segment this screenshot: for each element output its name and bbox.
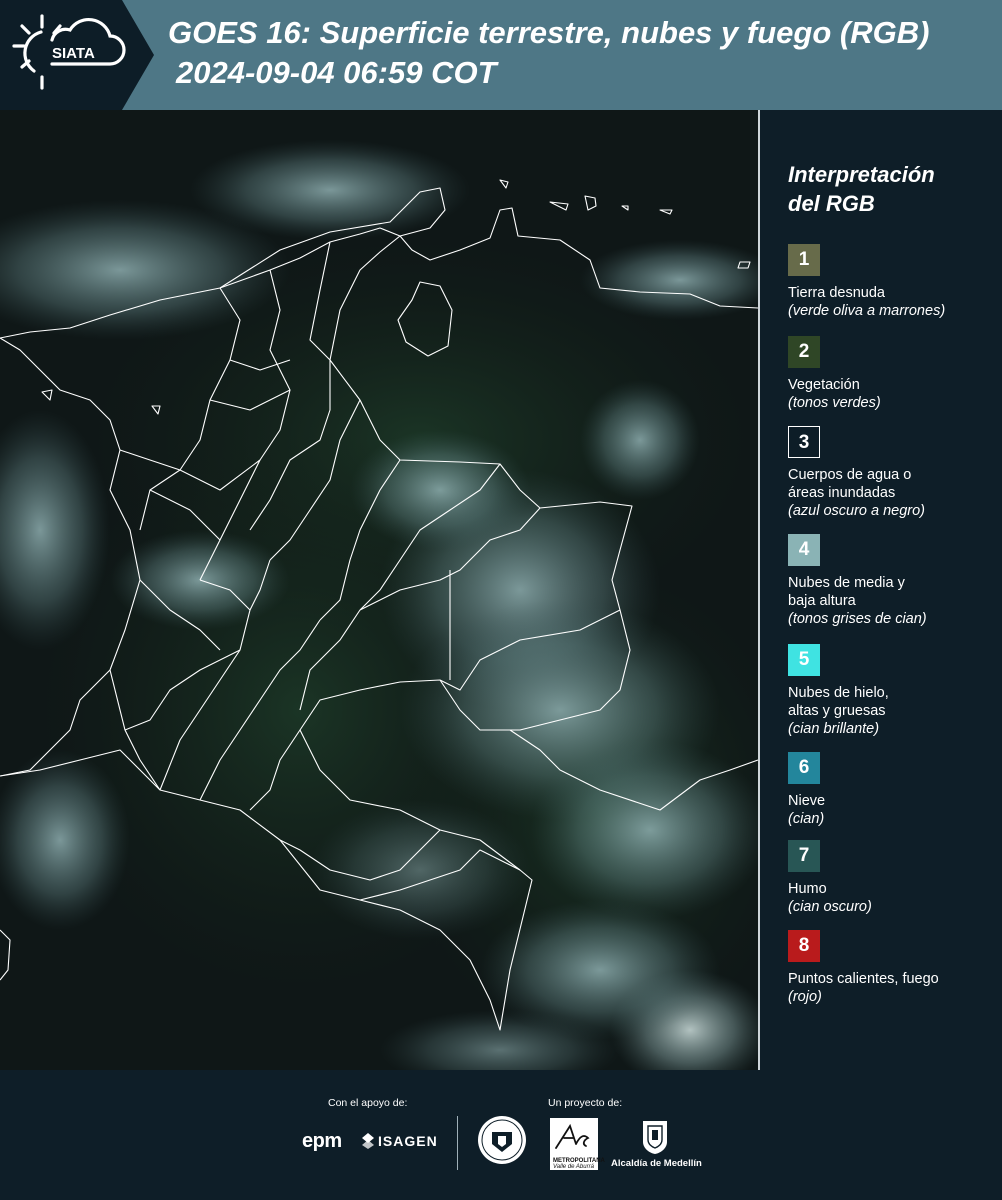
legend-item-note: (azul oscuro a negro)	[788, 503, 926, 519]
legend-item-label: Nubes de hielo, altas y gruesas	[788, 684, 998, 720]
legend-item-label: Puntos calientes, fuego	[788, 971, 939, 987]
legend-item-water: 3 Cuerpos de agua o áreas inundadas (azu…	[788, 426, 998, 521]
legend-item-label-line: áreas inundadas	[788, 485, 896, 501]
legend-item-label-line: baja altura	[788, 593, 856, 609]
legend-item-note: (cian brillante)	[788, 721, 880, 737]
legend-item-label: Humo	[788, 881, 827, 897]
legend-swatch: 6	[788, 752, 820, 784]
area-metropolitana-subtitle: Valle de Aburrá	[553, 1164, 594, 1170]
legend-swatch: 2	[788, 336, 820, 368]
isagen-mark-icon	[362, 1133, 374, 1149]
legend-title-line2: del RGB	[788, 191, 875, 216]
legend-swatch: 5	[788, 644, 820, 676]
legend-item-note: (cian)	[788, 811, 825, 827]
page-title: GOES 16: Superficie terrestre, nubes y f…	[168, 15, 930, 50]
legend-item-hot-spots: 8 Puntos calientes, fuego (rojo)	[788, 930, 998, 1007]
legend-item-label-line: Cuerpos de agua o	[788, 467, 912, 483]
footer: Con el apoyo de: Un proyecto de: epm ISA…	[0, 1070, 1002, 1200]
isagen-logo: ISAGEN	[378, 1133, 438, 1149]
legend-title-line1: Interpretación	[788, 162, 935, 187]
siata-logo-text: SIATA	[52, 45, 95, 62]
legend-item-label-line: altas y gruesas	[788, 703, 886, 719]
legend-item-ice-clouds: 5 Nubes de hielo, altas y gruesas (cian …	[788, 644, 998, 739]
legend-item-label: Vegetación	[788, 377, 860, 393]
legend-item-note: (tonos verdes)	[788, 395, 881, 411]
legend-swatch: 4	[788, 534, 820, 566]
legend-item-note: (rojo)	[788, 989, 822, 1005]
satellite-map	[0, 110, 760, 1070]
legend-item-label-line: Nubes de media y	[788, 575, 905, 591]
area-metropolitana-mark-icon	[555, 1123, 590, 1149]
siata-logo: SIATA	[12, 14, 126, 90]
map-right-edge	[758, 110, 760, 1070]
legend-swatch: 7	[788, 840, 820, 872]
legend-swatch: 3	[788, 426, 820, 458]
area-metropolitana-text: METROPOLITANA Valle de Aburrá	[553, 1158, 605, 1170]
legend-item-note: (verde oliva a marrones)	[788, 303, 946, 319]
legend-item-vegetation: 2 Vegetación (tonos verdes)	[788, 336, 998, 413]
footer-divider	[457, 1116, 458, 1170]
legend-item-bare-land: 1 Tierra desnuda (verde oliva a marrones…	[788, 244, 998, 321]
legend-item-label: Nieve	[788, 793, 826, 809]
satellite-map-image	[0, 110, 760, 1070]
legend-item-smoke: 7 Humo (cian oscuro)	[788, 840, 998, 917]
legend-item-note: (tonos grises de cian)	[788, 611, 927, 627]
legend-item-label: Nubes de media y baja altura	[788, 574, 998, 610]
legend-item-label: Tierra desnuda	[788, 285, 885, 301]
legend-item-label-line: Nubes de hielo,	[788, 685, 889, 701]
university-seal-icon	[478, 1116, 526, 1164]
legend-title: Interpretación del RGB	[788, 160, 998, 218]
legend-swatch: 8	[788, 930, 820, 962]
timestamp-label: 2024-09-04 06:59 COT	[176, 55, 497, 90]
support-label: Con el apoyo de:	[328, 1097, 408, 1109]
legend-item-snow: 6 Nieve (cian)	[788, 752, 998, 829]
legend-item-mid-low-clouds: 4 Nubes de media y baja altura (tonos gr…	[788, 534, 998, 629]
legend-swatch: 1	[788, 244, 820, 276]
alcaldia-shield-icon	[643, 1121, 667, 1154]
legend-item-label: Cuerpos de agua o áreas inundadas	[788, 466, 998, 502]
epm-logo: epm	[302, 1130, 342, 1152]
project-label: Un proyecto de:	[548, 1097, 623, 1109]
legend-item-note: (cian oscuro)	[788, 899, 872, 915]
rgb-legend: Interpretación del RGB 1 Tierra desnuda …	[788, 160, 998, 1005]
alcaldia-label: Alcaldía de Medellín	[611, 1158, 702, 1169]
